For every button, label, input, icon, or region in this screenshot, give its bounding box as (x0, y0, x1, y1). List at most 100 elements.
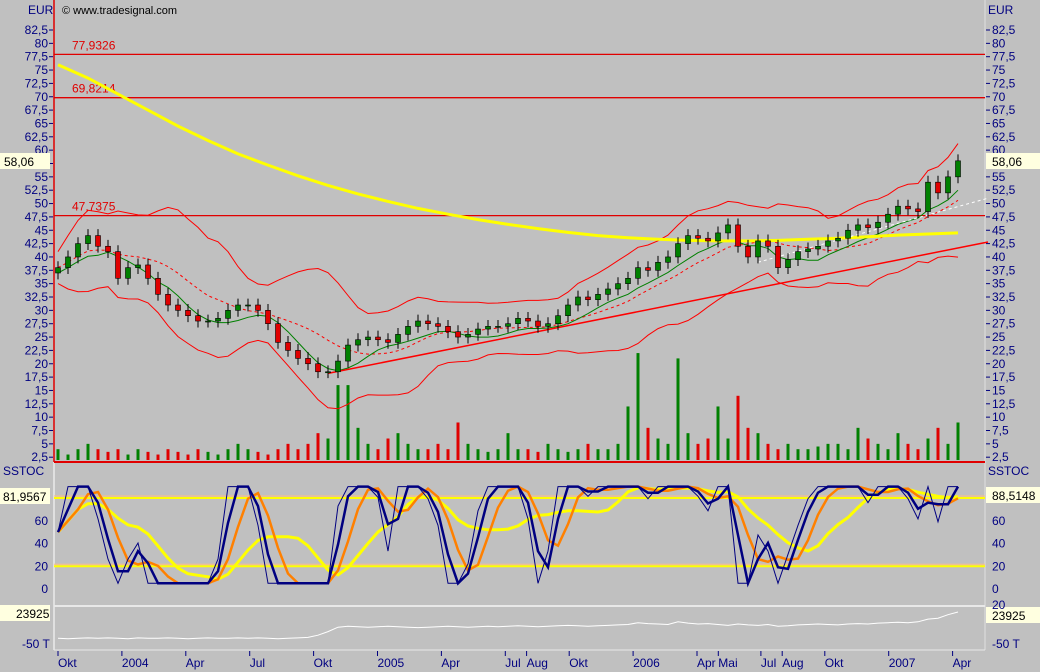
price-tick-right: 35 (992, 277, 1006, 291)
volume-bar (536, 451, 540, 460)
volume-bar (666, 443, 670, 460)
price-tick-right: 70 (992, 90, 1006, 104)
price-tick-right: 72,5 (992, 76, 1016, 90)
volume-bar (736, 395, 740, 460)
volume-bar (806, 449, 810, 460)
volume-bar (86, 443, 90, 460)
volume-bar (926, 438, 930, 460)
volume-bar (356, 427, 360, 460)
price-tick-left: 15 (35, 383, 49, 397)
volume-bar (896, 433, 900, 460)
candle-body (345, 344, 351, 362)
candle-body (95, 235, 101, 247)
date-label: Jul (250, 656, 265, 670)
candle-body (265, 310, 271, 325)
price-tick-left: 17,5 (25, 370, 49, 384)
volume-bar (216, 454, 220, 460)
volume-bar (686, 433, 690, 460)
last-price-right: 58,06 (992, 155, 1022, 169)
price-tick-left: 62,5 (25, 130, 49, 144)
volume-bar (436, 443, 440, 460)
volume-bar (816, 446, 820, 460)
price-tick-right: 52,5 (992, 183, 1016, 197)
candle-body (365, 336, 371, 341)
volume-bar (746, 427, 750, 460)
date-label: 2006 (633, 656, 660, 670)
price-tick-left: 22,5 (25, 343, 49, 357)
volume-bar (546, 443, 550, 460)
price-tick-left: 12,5 (25, 397, 49, 411)
volume-bar (376, 449, 380, 460)
volume-bar (366, 443, 370, 460)
date-label: Okt (569, 656, 588, 670)
volume-bar (596, 449, 600, 460)
last-price-tag-right: 58,06 (986, 153, 1040, 169)
stoch-tick-left: 0 (41, 582, 48, 596)
candle-body (565, 304, 571, 316)
volume-bar (406, 443, 410, 460)
candle-body (945, 176, 951, 194)
date-label: Apr (186, 656, 205, 670)
price-tick-left: 70 (35, 90, 49, 104)
volume-bar (306, 443, 310, 460)
volume-bar (66, 454, 70, 460)
stoch-value-right: 88,5148 (992, 489, 1036, 503)
candle-body (885, 213, 891, 223)
volume-bar (726, 438, 730, 460)
copyright-text: © www.tradesignal.com (62, 5, 177, 17)
volume-bar (956, 422, 960, 460)
candle-body (245, 304, 251, 307)
price-tick-right: 27,5 (992, 317, 1016, 331)
candle-body (725, 224, 731, 234)
volume-bar (616, 443, 620, 460)
price-tick-left: 45 (35, 223, 49, 237)
price-tick-right: 2,5 (992, 450, 1009, 464)
indicator-bottom-left-label: -50 T (22, 637, 50, 651)
volume-bar (466, 443, 470, 460)
candle-body (255, 304, 261, 311)
volume-bar (756, 433, 760, 460)
candle-body (105, 245, 111, 252)
right-stoch-title: SSTOC (988, 464, 1029, 478)
stoch-tick-left: 60 (35, 514, 49, 528)
level-label: 77,9326 (72, 38, 116, 52)
volume-bar (276, 449, 280, 460)
price-tick-left: 7,5 (31, 424, 48, 438)
candle-body (845, 229, 851, 239)
volume-bar (346, 385, 350, 460)
price-tick-left: 47,5 (25, 210, 49, 224)
indicator-value-left: 23925 (16, 607, 50, 621)
volume-bar (566, 451, 570, 460)
date-label: Jul (761, 656, 776, 670)
volume-bar (316, 433, 320, 460)
candle-body (785, 259, 791, 268)
price-tick-right: 22,5 (992, 343, 1016, 357)
price-tick-right: 5 (992, 437, 999, 451)
volume-bar (676, 358, 680, 460)
candle-body (795, 251, 801, 260)
volume-bar (786, 443, 790, 460)
volume-bar (706, 438, 710, 460)
volume-bar (486, 451, 490, 460)
candle-body (135, 264, 141, 268)
candle-body (615, 283, 621, 290)
candle-body (625, 278, 631, 284)
candle-body (145, 264, 151, 279)
price-tick-right: 20 (992, 357, 1006, 371)
volume-bar (886, 449, 890, 460)
candle-body (375, 336, 381, 341)
candle-body (485, 326, 491, 330)
price-tick-left: 40 (35, 250, 49, 264)
candle-body (765, 240, 771, 247)
chart-canvas: © www.tradesignal.com EUR EUR SSTOC SSTO… (0, 0, 1040, 672)
date-label: 2007 (889, 656, 916, 670)
candle-body (155, 278, 161, 295)
price-tick-right: 17,5 (992, 370, 1016, 384)
volume-bar (646, 427, 650, 460)
candle-body (705, 237, 711, 242)
volume-bar (106, 451, 110, 460)
last-price-tag-left: 58,06 (0, 153, 50, 169)
volume-bar (856, 427, 860, 460)
date-label: Okt (314, 656, 333, 670)
candle-body (65, 256, 71, 268)
